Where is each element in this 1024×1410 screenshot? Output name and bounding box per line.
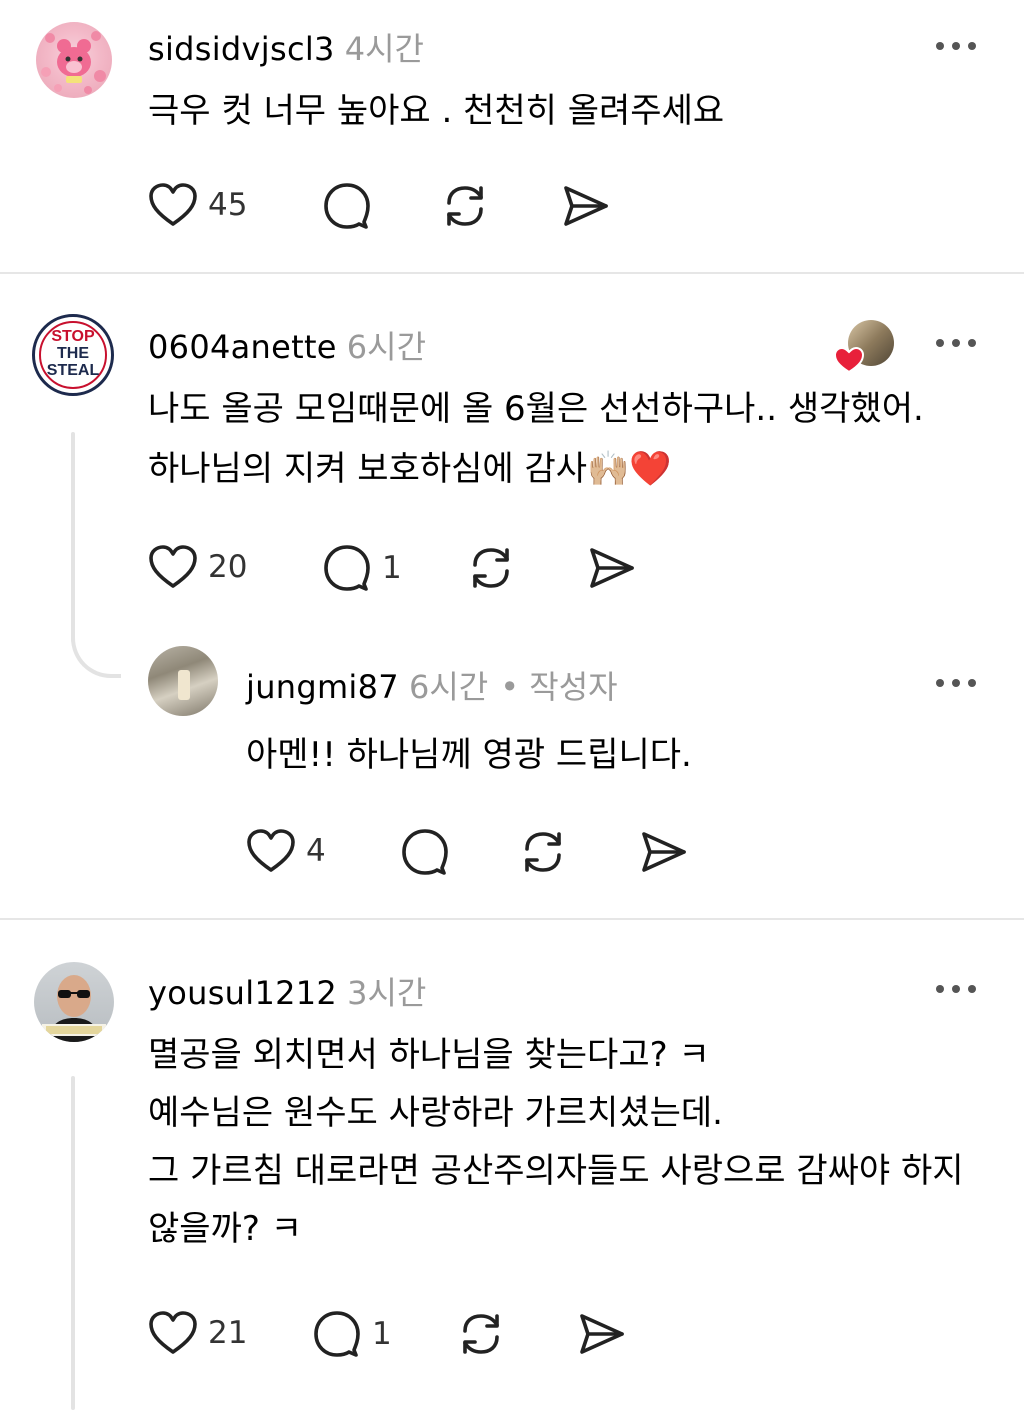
timestamp: 3시간 [347,974,427,1012]
comment-text: 아멘!! 하나님께 영광 드립니다. [246,735,692,775]
share-button[interactable] [586,544,636,592]
like-button[interactable]: 21 [148,1310,247,1356]
heart-badge-icon [834,346,864,374]
share-button[interactable] [576,1310,626,1358]
thread-connector [71,600,121,678]
send-icon [580,1314,624,1354]
author-tag: • 작성자 [500,668,618,706]
username[interactable]: yousul1212 [148,974,337,1012]
more-options-icon[interactable] [936,673,976,693]
repost-button[interactable] [466,544,516,592]
send-icon [564,186,608,226]
comment-header: jungmi87 6시간 • 작성자 [246,662,618,708]
timestamp: 6시간 [346,328,427,366]
divider [0,918,1024,920]
comment-text-line: 그 가르침 대로라면 공산주의자들도 사랑으로 감싸야 하지 [148,1151,964,1191]
thread-line [71,1076,75,1410]
reply-button[interactable]: 1 [322,544,402,592]
repost-button[interactable] [518,828,568,876]
like-count: 45 [208,187,248,223]
comment-text-line: 멸공을 외치면서 하나님을 찾는다고? ㅋ [148,1035,710,1075]
comment-text-line: 하나님의 지켜 보호하심에 감사🙌🏼❤️ [148,449,672,489]
bear-avatar-image [41,31,106,94]
repost-button[interactable] [456,1310,506,1358]
reply-button[interactable] [400,828,450,876]
like-count: 20 [208,549,248,585]
heart-icon [149,545,197,588]
comment-bubble-icon [402,829,448,875]
username[interactable]: sidsidvjscl3 [148,30,335,68]
avatar[interactable] [34,962,114,1042]
avatar[interactable]: STOP THE STEAL [32,314,114,396]
comment-text-line: 예수님은 원수도 사랑하라 가르치셨는데. [148,1093,723,1133]
comment-bubble-icon [324,183,370,229]
like-count: 21 [208,1315,248,1351]
send-icon [590,548,634,588]
comment-text-line: 나도 올공 모임때문에 올 6월은 선선하구나.. 생각했어. [148,389,924,429]
more-options-icon[interactable] [936,36,976,56]
heart-icon [149,1311,197,1354]
repost-icon [473,548,509,588]
comment-text-line: 않을까? ㅋ [148,1209,302,1249]
avatar[interactable] [36,22,112,98]
comment-header: yousul1212 3시간 [148,968,426,1014]
comment-header: 0604anette 6시간 [148,322,426,368]
repost-icon [525,832,561,872]
like-button[interactable]: 20 [148,544,247,590]
reply-button[interactable]: 1 [312,1310,392,1358]
avatar[interactable] [148,646,218,716]
comment-bubble-icon [324,545,370,591]
send-icon [642,832,686,872]
timestamp: 6시간 [408,668,489,706]
reply-count: 1 [372,1316,392,1352]
more-options-icon[interactable] [936,333,976,353]
divider [0,272,1024,274]
share-button[interactable] [638,828,688,876]
comment-header: sidsidvjscl3 4시간 [148,24,424,70]
avatar-the-text: THE [57,345,89,362]
person-avatar-image [42,975,106,1042]
heart-icon [149,183,197,226]
username[interactable]: jungmi87 [246,668,399,706]
like-button[interactable]: 4 [246,828,326,874]
share-button[interactable] [560,182,610,230]
repost-icon [447,186,483,226]
more-options-icon[interactable] [936,979,976,999]
avatar-stop-text: STOP [51,328,95,345]
comment-text: 극우 컷 너무 높아요 . 천천히 올려주세요 [148,91,725,131]
timestamp: 4시간 [344,30,424,68]
like-count: 4 [306,833,326,869]
avatar-steal-text: STEAL [46,362,100,379]
repost-icon [463,1314,499,1354]
username[interactable]: 0604anette [148,328,337,366]
comment-bubble-icon [314,1311,360,1357]
reply-count: 1 [382,550,402,586]
like-button[interactable]: 45 [148,182,247,228]
reply-button[interactable] [322,182,372,230]
heart-icon [247,829,295,872]
repost-button[interactable] [440,182,490,230]
